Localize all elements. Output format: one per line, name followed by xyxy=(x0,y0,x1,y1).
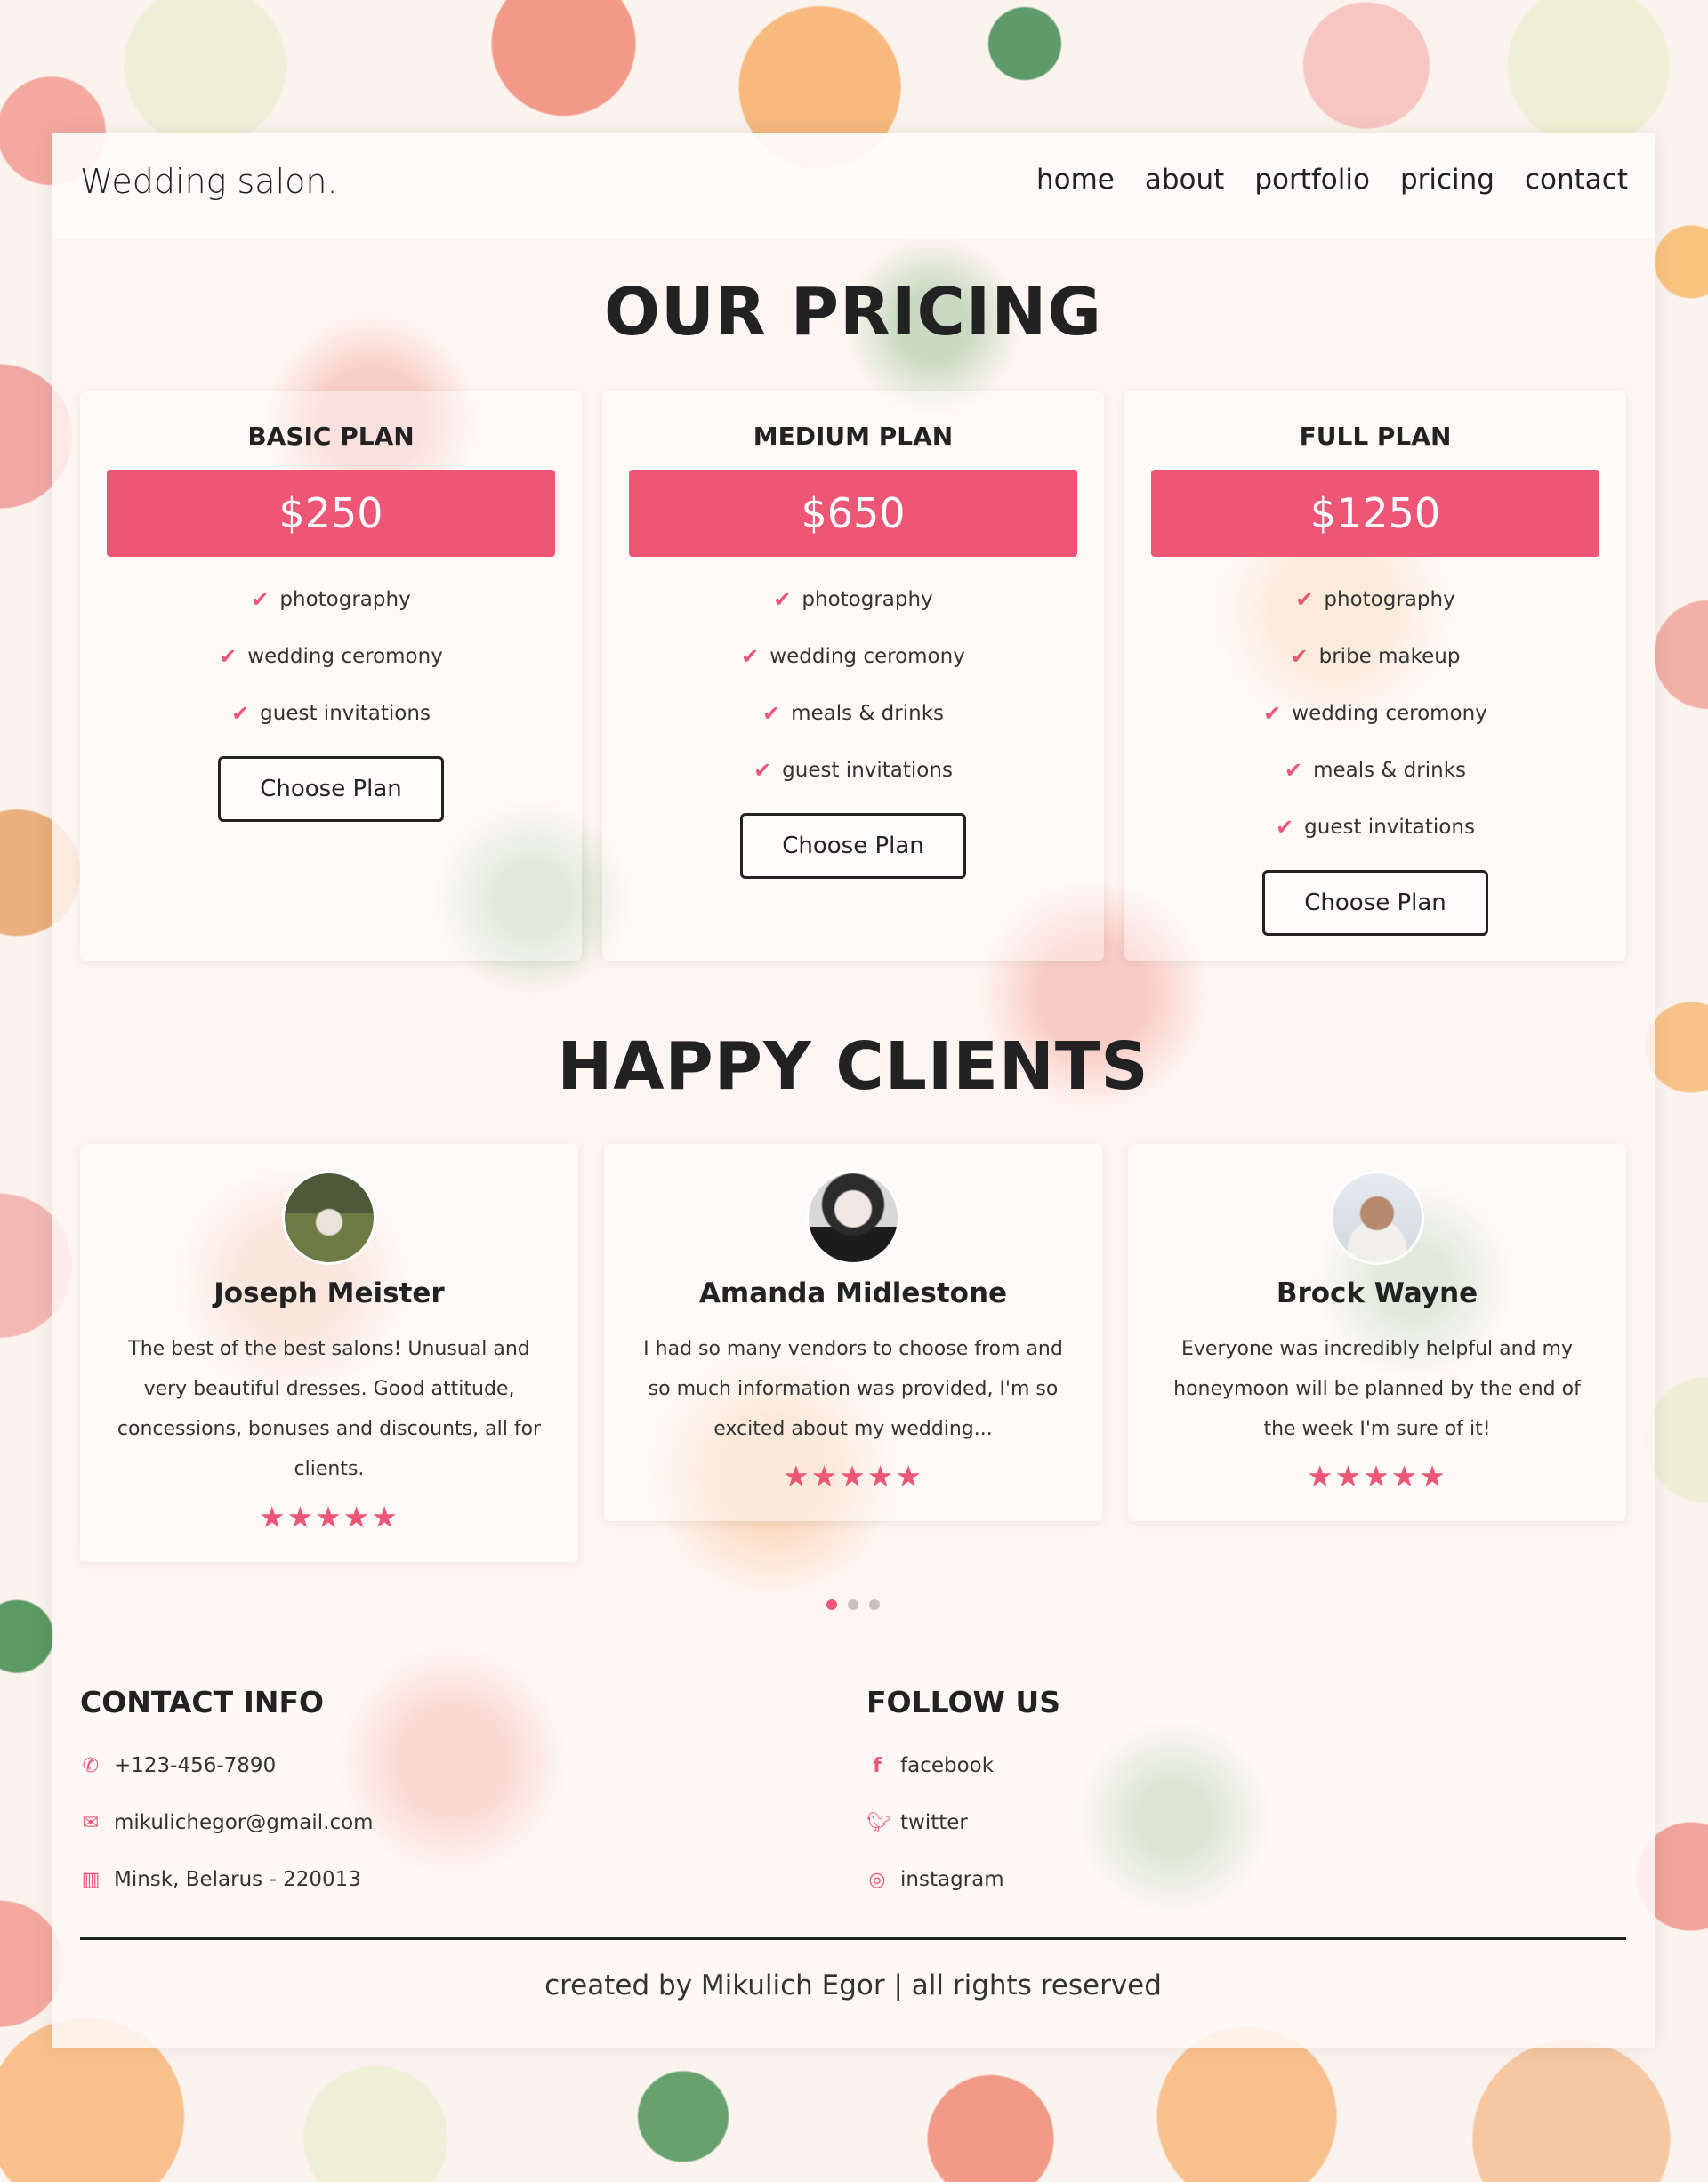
avatar xyxy=(806,1171,900,1265)
rating-stars: ★★★★★ xyxy=(259,1500,399,1534)
facebook-icon: f xyxy=(873,1754,882,1777)
client-testimonial: The best of the best salons! Unusual and… xyxy=(117,1338,542,1480)
brand-logo[interactable]: Wedding salon. xyxy=(80,162,338,201)
nav-portfolio[interactable]: portfolio xyxy=(1254,164,1370,196)
clients-title: HAPPY CLIENTS xyxy=(557,1028,1149,1105)
check-icon: ✔ xyxy=(761,701,781,726)
instagram-icon: ◎ xyxy=(868,1868,886,1891)
client-card: Joseph Meister The best of the best salo… xyxy=(80,1144,578,1562)
twitter-icon: 🐦︎ xyxy=(866,1811,891,1834)
choose-plan-button[interactable]: Choose Plan xyxy=(740,813,966,879)
pricing-title: OUR PRICING xyxy=(603,274,1102,350)
feature-item: ✔ photography xyxy=(1295,587,1455,612)
contact-address[interactable]: ▥ Minsk, Belarus - 220013 xyxy=(80,1868,361,1891)
feature-item: ✔ guest invitations xyxy=(753,758,953,783)
client-card: Amanda Midlestone I had so many vendors … xyxy=(604,1144,1102,1521)
feature-list: ✔ photography ✔ wedding ceromony ✔ meals & … xyxy=(602,571,1104,799)
nav-home[interactable]: home xyxy=(1036,164,1115,196)
contact-info-title: CONTACT INFO xyxy=(80,1685,325,1719)
check-icon: ✔ xyxy=(219,644,238,669)
check-icon: ✔ xyxy=(1263,701,1282,726)
footer-credit: created by Mikulich Egor | all rights re… xyxy=(544,1969,1162,2001)
feature-list: ✔ photography ✔ bribe makeup ✔ wedding cero… xyxy=(1124,571,1626,856)
footer-divider xyxy=(80,1937,1626,1940)
feature-item: ✔ wedding ceromony xyxy=(219,644,443,669)
choose-plan-button[interactable]: Choose Plan xyxy=(1262,870,1488,936)
feature-item: ✔ guest invitations xyxy=(1276,815,1475,840)
client-name: Joseph Meister xyxy=(214,1277,445,1309)
avatar xyxy=(1330,1171,1424,1265)
follow-us-title: FOLLOW US xyxy=(866,1685,1060,1719)
rating-stars: ★★★★★ xyxy=(1307,1459,1447,1494)
check-icon: ✔ xyxy=(251,587,270,612)
check-icon: ✔ xyxy=(773,587,792,612)
nav-about[interactable]: about xyxy=(1145,164,1224,196)
avatar xyxy=(282,1171,376,1265)
client-name: Amanda Midlestone xyxy=(698,1277,1008,1309)
feature-item: ✔ photography xyxy=(773,587,933,612)
page-container: Wedding salon. home about portfolio pric… xyxy=(52,133,1655,2048)
envelope-icon: ✉ xyxy=(82,1811,100,1834)
check-icon: ✔ xyxy=(753,758,772,783)
check-icon: ✔ xyxy=(1284,758,1303,783)
check-icon: ✔ xyxy=(1276,815,1294,840)
client-card: Brock Wayne Everyone was incredibly help… xyxy=(1128,1144,1626,1521)
slider-dot[interactable] xyxy=(848,1599,858,1610)
plan-card-medium: MEDIUM PLAN $650 ✔ photography ✔ wedding c… xyxy=(602,391,1104,961)
slider-pagination xyxy=(52,1599,1655,1610)
check-icon: ✔ xyxy=(741,644,760,669)
phone-icon: ✆ xyxy=(82,1754,100,1777)
client-testimonial: Everyone was incredibly helpful and my h… xyxy=(1173,1338,1581,1440)
slider-dot[interactable] xyxy=(869,1599,880,1610)
contact-email[interactable]: ✉ mikulichegor@gmail.com xyxy=(80,1811,374,1834)
slider-dot[interactable] xyxy=(826,1599,837,1610)
plan-name: FULL PLAN xyxy=(1299,422,1452,451)
feature-item: ✔ wedding ceromony xyxy=(1263,701,1487,726)
client-testimonial: I had so many vendors to choose from and… xyxy=(643,1338,1063,1440)
feature-item: ✔ meals & drinks xyxy=(1284,758,1466,783)
social-facebook[interactable]: f facebook xyxy=(866,1754,994,1777)
feature-item: ✔ wedding ceromony xyxy=(741,644,965,669)
feature-item: ✔ bribe makeup xyxy=(1290,644,1461,669)
map-icon: ▥ xyxy=(81,1868,101,1891)
plan-name: BASIC PLAN xyxy=(247,422,415,451)
check-icon: ✔ xyxy=(231,701,250,726)
social-twitter[interactable]: 🐦︎ twitter xyxy=(866,1811,968,1834)
feature-item: ✔ photography xyxy=(251,587,411,612)
social-instagram[interactable]: ◎ instagram xyxy=(866,1868,1003,1891)
feature-list: ✔ photography ✔ wedding ceromony ✔ guest in… xyxy=(80,571,582,742)
nav-contact[interactable]: contact xyxy=(1525,164,1628,196)
client-name: Brock Wayne xyxy=(1276,1277,1478,1309)
main-nav: home about portfolio pricing contact xyxy=(1036,164,1628,196)
plan-card-basic: BASIC PLAN $250 ✔ photography ✔ wedding ce… xyxy=(80,391,582,961)
check-icon: ✔ xyxy=(1290,644,1309,669)
plan-card-full: FULL PLAN $1250 ✔ photography ✔ bribe make… xyxy=(1124,391,1626,961)
rating-stars: ★★★★★ xyxy=(783,1459,923,1494)
check-icon: ✔ xyxy=(1295,587,1314,612)
nav-pricing[interactable]: pricing xyxy=(1400,164,1494,196)
contact-phone[interactable]: ✆ +123-456-7890 xyxy=(80,1754,276,1777)
plan-price: $250 xyxy=(107,470,555,557)
feature-item: ✔ guest invitations xyxy=(231,701,431,726)
plan-price: $650 xyxy=(629,470,1077,557)
plan-name: MEDIUM PLAN xyxy=(753,422,954,451)
feature-item: ✔ meals & drinks xyxy=(761,701,944,726)
plan-price: $1250 xyxy=(1151,470,1599,557)
header: Wedding salon. home about portfolio pric… xyxy=(52,133,1655,238)
choose-plan-button[interactable]: Choose Plan xyxy=(218,756,444,822)
